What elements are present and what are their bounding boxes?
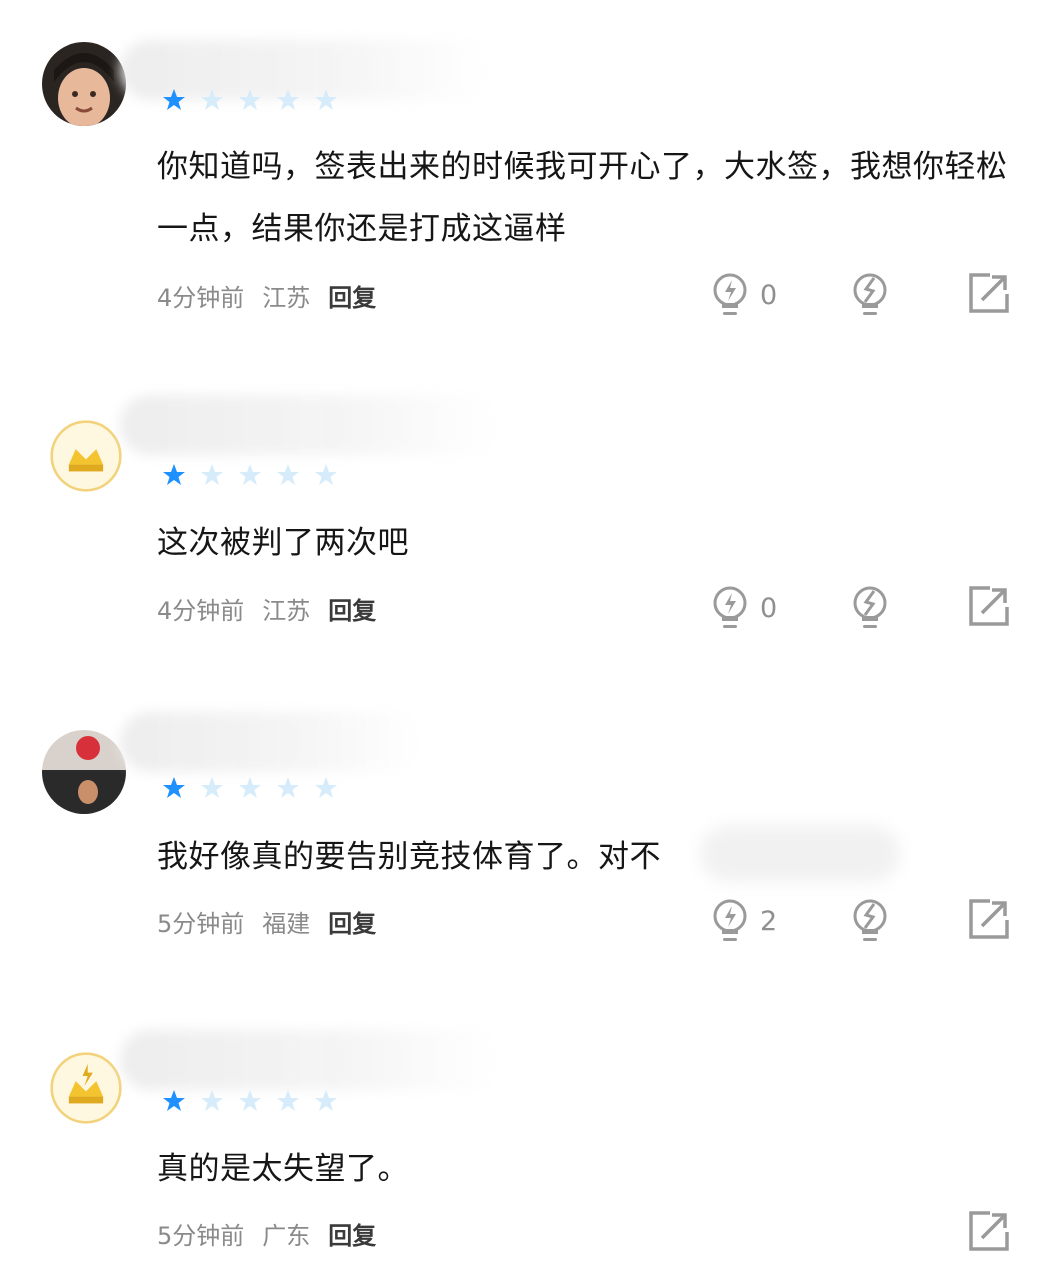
share-button[interactable] (968, 272, 1010, 314)
star-icon (163, 89, 185, 110)
comment-region: 江苏 (262, 284, 311, 312)
avatar[interactable] (42, 730, 126, 814)
star-icon (163, 777, 185, 798)
star-icon (201, 464, 223, 485)
avatar-photo (42, 42, 126, 126)
comment-text[interactable]: 这次被判了两次吧 (157, 512, 1017, 574)
share-icon (969, 899, 1009, 939)
comment-text[interactable]: 你知道吗，签表出来的时候我可开心了，大水签，我想你轻松一点，结果你还是打成这逼样 (157, 136, 1017, 260)
like-button[interactable]: 2 (710, 898, 777, 944)
like-button[interactable]: 0 (710, 585, 777, 631)
reply-button[interactable]: 回复 (328, 904, 376, 939)
star-icon (315, 89, 337, 110)
avatar-photo (42, 730, 126, 814)
star-icon (201, 89, 223, 110)
lightbulb-crack-icon (853, 899, 887, 941)
star-icon (277, 777, 299, 798)
lightbulb-bolt-icon (713, 586, 747, 628)
star-icon (277, 1090, 299, 1111)
comment-region: 福建 (262, 910, 311, 938)
lightbulb-crack-icon (853, 273, 887, 315)
reply-button[interactable]: 回复 (328, 1216, 376, 1251)
share-icon (969, 273, 1009, 313)
star-icon (315, 1090, 337, 1111)
rating-stars (162, 1089, 338, 1113)
comment-text[interactable]: 真的是太失望了。 (157, 1138, 1017, 1200)
comment-region: 江苏 (262, 597, 311, 625)
rating-stars (162, 776, 338, 800)
username-redacted (120, 1030, 500, 1090)
like-count: 2 (760, 905, 778, 937)
avatar[interactable] (50, 1052, 122, 1124)
reply-button[interactable]: 回复 (328, 278, 376, 313)
star-icon (277, 89, 299, 110)
rating-stars (162, 463, 338, 487)
reply-button[interactable]: 回复 (328, 591, 376, 626)
star-icon (315, 464, 337, 485)
text-redaction (700, 826, 900, 882)
star-icon (239, 89, 261, 110)
avatar[interactable] (42, 42, 126, 126)
like-count: 0 (760, 592, 778, 624)
comment-meta: 5分钟前 福建 回复 (157, 904, 376, 939)
username-redacted (120, 395, 500, 455)
like-button[interactable]: 0 (710, 272, 777, 318)
dislike-button[interactable] (850, 898, 890, 944)
username-redacted (120, 712, 420, 772)
star-icon (201, 1090, 223, 1111)
star-icon (277, 464, 299, 485)
lightbulb-bolt-icon (713, 899, 747, 941)
rating-stars (162, 88, 338, 112)
star-icon (163, 464, 185, 485)
like-count: 0 (760, 279, 778, 311)
dislike-button[interactable] (850, 272, 890, 318)
star-icon (315, 777, 337, 798)
share-icon (969, 1211, 1009, 1251)
lightbulb-bolt-icon (713, 273, 747, 315)
comment-region: 广东 (262, 1222, 311, 1250)
comment-time: 4分钟前 (157, 597, 245, 625)
dislike-button[interactable] (850, 585, 890, 631)
star-icon (239, 464, 261, 485)
comment-meta: 5分钟前 广东 回复 (157, 1216, 376, 1251)
star-icon (163, 1090, 185, 1111)
avatar-badge (50, 420, 122, 492)
comment-time: 5分钟前 (157, 1222, 245, 1250)
lightbulb-crack-icon (853, 586, 887, 628)
avatar-badge (50, 1052, 122, 1124)
star-icon (239, 1090, 261, 1111)
share-button[interactable] (968, 1210, 1010, 1252)
comment-meta: 4分钟前 江苏 回复 (157, 591, 376, 626)
star-icon (201, 777, 223, 798)
comment-time: 4分钟前 (157, 284, 245, 312)
comment-time: 5分钟前 (157, 910, 245, 938)
avatar[interactable] (50, 420, 122, 492)
share-button[interactable] (968, 898, 1010, 940)
share-icon (969, 586, 1009, 626)
star-icon (239, 777, 261, 798)
share-button[interactable] (968, 585, 1010, 627)
comment-meta: 4分钟前 江苏 回复 (157, 278, 376, 313)
